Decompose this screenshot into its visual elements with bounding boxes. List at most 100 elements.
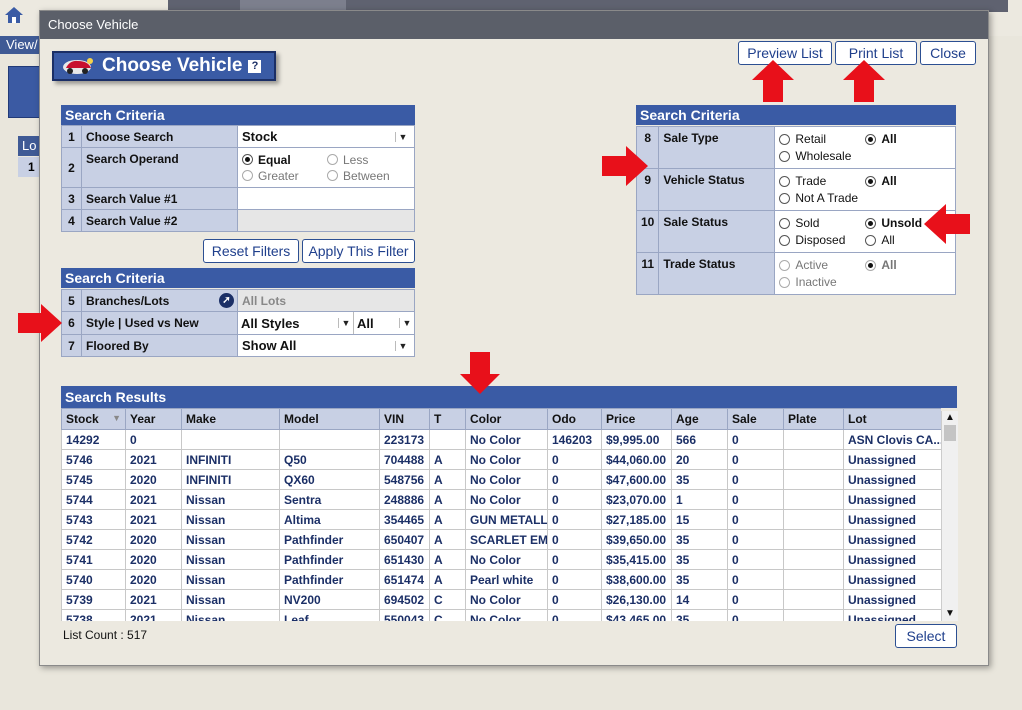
reset-filters-button[interactable]: Reset Filters: [203, 239, 299, 263]
radio-button[interactable]: [327, 170, 338, 181]
table-row[interactable]: 5738 2021 Nissan Leaf 550043 C No Color 0 $43,46…: [61, 609, 941, 621]
trade-status-inactive-radio[interactable]: Inactive: [779, 275, 865, 289]
chevron-down-icon[interactable]: ▼: [395, 131, 410, 142]
radio-button[interactable]: [242, 154, 253, 165]
cell-year: 2020: [125, 529, 182, 550]
help-icon[interactable]: ?: [248, 59, 262, 73]
table-row[interactable]: 5743 2021 Nissan Altima 354465 A GUN METALL 0 $2…: [61, 509, 941, 530]
column-header-lot[interactable]: Lot: [843, 408, 941, 430]
cell-sale: 0: [727, 589, 784, 610]
radio-button[interactable]: [865, 217, 877, 229]
cell-stock: 5744: [61, 489, 126, 510]
column-header-sale[interactable]: Sale: [727, 408, 784, 430]
column-header-price[interactable]: Price: [601, 408, 672, 430]
table-row[interactable]: 14292 0 223173 No Color 146203 $9,995.00 566 0 A…: [61, 429, 941, 450]
column-header-vin[interactable]: VIN: [379, 408, 430, 430]
vehicle-status-all-radio[interactable]: All: [865, 174, 945, 188]
table-row[interactable]: 5740 2020 Nissan Pathfinder 651474 A Pearl whi…: [61, 569, 941, 590]
close-button[interactable]: Close: [920, 41, 976, 65]
cell-lot: ASN Clovis CA...: [843, 429, 941, 450]
choose-search-select[interactable]: Stock ▼: [237, 125, 415, 148]
used-vs-new-select[interactable]: All ▼: [354, 312, 414, 334]
select-button[interactable]: Select: [895, 624, 957, 648]
view-menu[interactable]: View/: [0, 36, 40, 54]
column-header-t[interactable]: T: [429, 408, 466, 430]
radio-button[interactable]: [779, 234, 791, 246]
operand-equal-radio[interactable]: Equal: [242, 153, 327, 167]
table-row[interactable]: 5746 2021 INFINITI Q50 704488 A No Color 0 $44,0…: [61, 449, 941, 470]
operand-equal-label: Equal: [258, 152, 291, 167]
sale-type-wholesale-radio[interactable]: Wholesale: [779, 149, 865, 163]
chevron-down-icon[interactable]: ▼: [395, 340, 410, 351]
cell-age: 35: [671, 569, 728, 590]
radio-button[interactable]: [327, 154, 338, 165]
radio-button[interactable]: [779, 217, 791, 229]
operand-less-radio[interactable]: Less: [327, 153, 407, 167]
cell-model: Sentra: [279, 489, 380, 510]
criteria-label: Style | Used vs New: [81, 311, 238, 335]
trade-status-all-radio[interactable]: All: [865, 258, 945, 272]
column-header-model[interactable]: Model: [279, 408, 380, 430]
radio-button[interactable]: [779, 259, 791, 271]
sale-type-retail-radio[interactable]: Retail: [779, 132, 865, 146]
column-header-year[interactable]: Year: [125, 408, 182, 430]
cell-color: SCARLET EM: [465, 529, 548, 550]
vehicle-status-trade-radio[interactable]: Trade: [779, 174, 865, 188]
scroll-down-icon[interactable]: ▼: [942, 607, 958, 621]
radio-button[interactable]: [865, 234, 877, 246]
radio-button[interactable]: [779, 175, 791, 187]
radio-button[interactable]: [865, 175, 877, 187]
sale-type-all-radio[interactable]: All: [865, 132, 945, 146]
search-value-1-input[interactable]: [237, 187, 415, 210]
trade-status-active-radio[interactable]: Active: [779, 258, 865, 272]
branches-lots-value[interactable]: All Lots: [237, 289, 415, 312]
column-header-odo[interactable]: Odo: [547, 408, 602, 430]
search-value-2-input[interactable]: [237, 209, 415, 232]
sale-status-disposed-radio[interactable]: Disposed: [779, 233, 865, 247]
open-link-icon[interactable]: ➚: [219, 293, 234, 308]
radio-label: Wholesale: [795, 149, 852, 163]
background-row-number: 1: [18, 157, 40, 177]
chevron-down-icon[interactable]: ▼: [399, 318, 414, 328]
table-row[interactable]: 5739 2021 Nissan NV200 694502 C No Color 0 $26,1…: [61, 589, 941, 610]
sort-arrow-icon[interactable]: ▼: [112, 413, 121, 423]
results-scrollbar[interactable]: ▲ ▼: [941, 411, 958, 621]
column-header-color[interactable]: Color: [465, 408, 548, 430]
column-header-age[interactable]: Age: [671, 408, 728, 430]
operand-greater-radio[interactable]: Greater: [242, 169, 327, 183]
radio-button[interactable]: [779, 150, 791, 162]
vehicle-status-not-trade-radio[interactable]: Not A Trade: [779, 191, 865, 205]
chevron-down-icon[interactable]: ▼: [338, 318, 353, 328]
table-row[interactable]: 5741 2020 Nissan Pathfinder 651430 A No Color 0…: [61, 549, 941, 570]
table-row[interactable]: 5745 2020 INFINITI QX60 548756 A No Color 0 $47,…: [61, 469, 941, 490]
car-icon: [63, 58, 93, 74]
operand-between-radio[interactable]: Between: [327, 169, 407, 183]
floored-by-select[interactable]: Show All ▼: [237, 334, 415, 357]
criteria-label: Sale Type: [658, 126, 776, 169]
cell-model: QX60: [279, 469, 380, 490]
radio-button[interactable]: [865, 133, 877, 145]
radio-button[interactable]: [779, 192, 791, 204]
column-header-make[interactable]: Make: [181, 408, 280, 430]
style-select[interactable]: All Styles ▼: [238, 312, 354, 334]
table-row[interactable]: 5744 2021 Nissan Sentra 248886 A No Color 0 $23,…: [61, 489, 941, 510]
background-car-card[interactable]: [8, 66, 42, 118]
cell-make: Nissan: [181, 609, 280, 621]
scroll-thumb[interactable]: [944, 425, 956, 441]
apply-filter-button[interactable]: Apply This Filter: [302, 239, 415, 263]
radio-button[interactable]: [242, 170, 253, 181]
table-row[interactable]: 5742 2020 Nissan Pathfinder 650407 A SCARLET E…: [61, 529, 941, 550]
column-header-stock[interactable]: Stock ▼: [61, 408, 126, 430]
radio-button[interactable]: [779, 276, 791, 288]
cell-stock: 5746: [61, 449, 126, 470]
radio-button[interactable]: [865, 259, 877, 271]
cell-vin: 248886: [379, 489, 430, 510]
cell-lot: Unassigned: [843, 529, 941, 550]
sale-status-sold-radio[interactable]: Sold: [779, 216, 865, 230]
criteria-num: 2: [61, 147, 82, 188]
cell-stock: 14292: [61, 429, 126, 450]
scroll-up-icon[interactable]: ▲: [942, 411, 958, 425]
column-header-plate[interactable]: Plate: [783, 408, 844, 430]
radio-button[interactable]: [779, 133, 791, 145]
home-icon[interactable]: [4, 6, 24, 24]
